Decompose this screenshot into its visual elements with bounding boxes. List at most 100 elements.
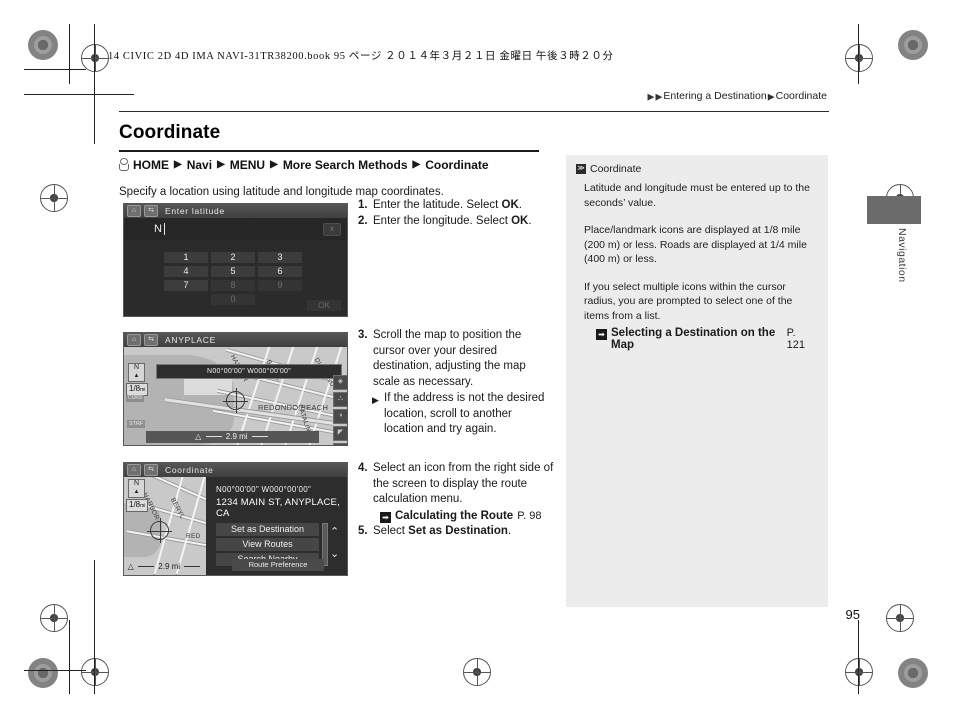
detail-place-label: RED [186,533,201,540]
note-xref[interactable]: ➡ Selecting a Destination on the Map P. … [584,327,814,351]
step-1: 1. Enter the latitude. Select OK. 2. Ent… [358,198,543,229]
step-3-row: 3. Scroll the map to position the cursor… [358,328,550,390]
step-1-body: Enter the latitude. Select OK. [373,198,543,214]
chevron-up-icon[interactable]: ⌃ [330,521,339,543]
breadcrumb: ▶ ▶ Entering a Destination ▶ Coordinate [648,90,827,102]
key-0: 0 [211,294,255,305]
menu-item-view-routes[interactable]: View Routes [216,538,319,551]
crop-mark-vertical-left-2 [94,24,95,144]
chevron-right-icon-1: ▶ [174,159,182,170]
key-2[interactable]: 2 [211,252,255,263]
map-scale-badge-3[interactable]: 1/8mi [126,499,149,512]
registration-target-bottom-mid [463,658,491,686]
side-note-box: ≫ Coordinate Latitude and longitude must… [566,155,828,607]
back-button-icon-2[interactable]: ⇆ [144,334,158,346]
chevron-down-icon[interactable]: ⌄ [330,543,339,565]
key-6[interactable]: 6 [258,266,302,277]
crop-mark-horizontal-top [24,69,86,70]
distance-scale-dash-right [251,436,268,438]
registration-target-left-low [40,604,68,632]
map-place-label-redondo-beach: REDONDO BEACH [258,403,329,412]
step-1-bold: OK [501,199,519,211]
step-5-text: Select [373,525,409,537]
key-8: 8 [211,280,255,291]
map-scale-unit-3: mi [140,503,146,509]
step-2-text: Enter the longitude. Select [373,214,512,227]
step-1-tail: . [518,199,522,211]
step-4-xref[interactable]: ➡ Calculating the Route P. 98 [358,509,554,525]
screenshot-anyplace-map: ⌂ ⇆ ANYPLACE HARBOR BERYL DIAMOND CATALI… [123,332,348,446]
step-2-tail: . [528,214,532,227]
device-title-3: Coordinate [165,465,214,475]
detail-distance-bar: △ 2.9 mi [126,561,204,573]
contrast-icon[interactable]: ◑ [333,409,347,424]
distance-scale-dash-left [205,436,222,438]
step-5-number: 5. [358,525,368,537]
main-content-column: Coordinate HOME ▶ Navi ▶ MENU ▶ More Sea… [119,122,539,198]
detail-coordinates: N00°00'00" W000°00'00" [216,485,312,494]
ok-button-1: OK [307,300,341,311]
chevron-right-icon-3: ▶ [270,159,278,170]
header-divider [119,111,829,112]
xref-title-selecting-destination: Selecting a Destination on the Map [611,327,776,351]
map-cursor[interactable] [223,388,248,413]
step-3-bullet: ▶ If the address is not the desired loca… [358,391,550,438]
navigation-path: HOME ▶ Navi ▶ MENU ▶ More Search Methods… [119,158,539,172]
map-distance-bar: △ 2.9 mi [146,431,319,443]
crop-mark-vertical-bl2 [94,560,95,694]
chevron-right-icon-2: ▶ [217,159,225,170]
menu-item-set-as-destination[interactable]: Set as Destination [216,523,319,536]
map-canvas[interactable]: HARBOR BERYL DIAMOND CATALINA REDONDO BE… [124,347,347,445]
layers-icon[interactable]: ◈ [333,375,347,390]
device-title-1: Enter latitude [165,206,225,216]
compass-icon-2[interactable]: N ▲ [128,363,145,382]
step-1-text: Enter the latitude. Select [373,199,502,211]
map-distance-value: 2.9 mi [225,432,248,441]
key-4[interactable]: 4 [164,266,208,277]
key-7[interactable]: 7 [164,280,208,291]
registration-dot-bottom-right [898,658,928,688]
registration-dot-top-left [28,30,58,60]
compass-triangle-icon-2: ▲ [133,373,140,379]
key-3[interactable]: 3 [258,252,302,263]
step-3-bullet-text: If the address is not the desired locati… [384,392,545,435]
breadcrumb-arrow-icon-1: ▶ [647,91,655,101]
navpath-home-label: HOME [133,157,169,172]
keypad-row-2: 4 5 6 [164,266,304,277]
home-button-icon-1[interactable]: ⌂ [127,205,141,217]
route-preference-button[interactable]: Route Preference [232,559,324,571]
section-tab-label: Navigation [896,228,908,283]
back-button-icon-3[interactable]: ⇆ [144,464,158,476]
step-1-number: 1. [358,199,368,211]
registration-target-bottom-left [81,658,109,686]
compass-icon-3[interactable]: N ▲ [128,479,145,498]
home-button-icon-3[interactable]: ⌂ [127,464,141,476]
breadcrumb-arrow-icon-2: ▶ [655,91,663,101]
delete-button[interactable]: x [323,223,341,236]
bullet-triangle-icon: ▶ [372,395,379,405]
info-icon[interactable]: ▤ [333,443,347,445]
route-icon[interactable]: ◤ [333,426,347,441]
home-button-icon-2[interactable]: ⌂ [127,334,141,346]
xref-arrow-icon-2: ➡ [596,329,607,340]
detail-map-pane[interactable]: HARBOR BERYL RED N ▲ 1/8mi △ 2.9 mi [124,477,206,575]
navpath-item-menu: MENU [229,157,266,172]
step-3-number: 3. [358,329,368,341]
key-1[interactable]: 1 [164,252,208,263]
side-note-heading: Coordinate [590,163,642,175]
detail-map-cursor[interactable] [147,518,172,543]
registration-target-bottom-right [845,658,873,686]
screenshot-coordinate-detail: ⌂ ⇆ Coordinate HARBOR BERYL RED N ▲ 1/8m… [123,462,348,576]
registration-target-top-left [81,44,109,72]
latitude-input-value: N [154,223,162,235]
step-3-text: Scroll the map to position the cursor ov… [373,329,526,388]
step-2-row: 2. Enter the longitude. Select OK. [358,214,543,230]
navpath-item-navi: Navi [186,157,213,172]
title-divider [119,150,539,152]
back-button-icon-1[interactable]: ⇆ [144,205,158,217]
xref-page-selecting-destination: P. 121 [786,327,805,351]
crop-mark-horizontal-top2 [24,94,134,95]
key-5[interactable]: 5 [211,266,255,277]
map-scale-unit-2: mi [140,387,146,393]
poi-icon[interactable]: ⛬ [333,392,347,407]
